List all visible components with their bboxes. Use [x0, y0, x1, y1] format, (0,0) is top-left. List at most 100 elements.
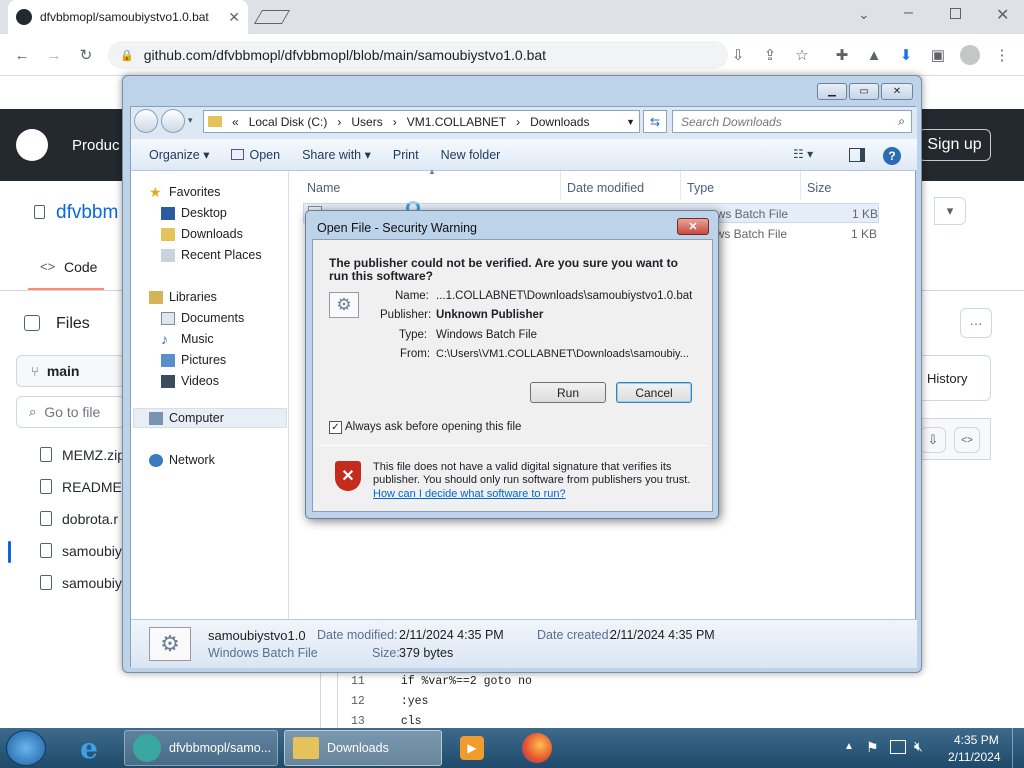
- nav-desktop[interactable]: Desktop: [161, 206, 227, 220]
- nav-documents[interactable]: Documents: [161, 311, 244, 325]
- sign-up-button[interactable]: Sign up: [918, 129, 991, 161]
- profile-avatar-icon[interactable]: [958, 43, 982, 67]
- volume-muted-icon[interactable]: 🔇︎: [914, 738, 923, 755]
- network-tray-icon[interactable]: [890, 740, 906, 754]
- views-icon[interactable]: ☷ ▾: [793, 147, 813, 161]
- dialog-question: The publisher could not be verified. Are…: [329, 256, 678, 283]
- new-tab-icon[interactable]: [253, 10, 291, 24]
- labs-icon[interactable]: ▲: [862, 43, 886, 67]
- nav-downloads[interactable]: Downloads: [161, 227, 243, 241]
- breadcrumb-local-disk[interactable]: Local Disk (C:): [249, 115, 328, 129]
- recent-pages-icon[interactable]: ▾: [188, 115, 193, 126]
- column-size[interactable]: Size: [801, 171, 879, 199]
- clock-date[interactable]: 2/11/2024: [948, 750, 1001, 764]
- github-logo-icon[interactable]: [16, 129, 48, 161]
- address-dropdown-icon[interactable]: ▼: [626, 117, 635, 127]
- always-ask-label[interactable]: Always ask before opening this file: [345, 421, 521, 433]
- repo-name[interactable]: dfvbbm: [56, 202, 118, 224]
- nav-product[interactable]: Produc: [72, 137, 120, 154]
- branch-selector[interactable]: ⑂ main: [16, 355, 126, 387]
- media-player-icon[interactable]: ▶: [460, 736, 484, 760]
- nav-music[interactable]: ♪ Music: [161, 332, 214, 347]
- internet-explorer-icon[interactable]: e: [72, 732, 106, 765]
- taskbar-explorer-item[interactable]: Downloads: [284, 730, 442, 766]
- run-button[interactable]: Run: [530, 382, 606, 403]
- preview-pane-icon[interactable]: [849, 148, 865, 162]
- start-button[interactable]: [6, 730, 46, 766]
- always-ask-checkbox[interactable]: ✓: [329, 421, 342, 434]
- column-date[interactable]: Date modified: [561, 171, 681, 199]
- close-tab-icon[interactable]: ✕: [228, 9, 240, 26]
- file-gear-icon: ⚙: [149, 627, 191, 661]
- downloads-icon[interactable]: ⬇: [894, 43, 918, 67]
- share-with-button[interactable]: Share with ▾: [302, 147, 371, 162]
- reload-icon[interactable]: ↻: [74, 43, 98, 67]
- help-link[interactable]: How can I decide what software to run?: [373, 488, 566, 500]
- clock-time[interactable]: 4:35 PM: [954, 733, 999, 747]
- file-item[interactable]: samoubiy: [40, 543, 122, 559]
- firefox-icon[interactable]: [522, 733, 552, 763]
- browser-tab[interactable]: dfvbbmopl/samoubiystvo1.0.bat ✕: [8, 0, 248, 34]
- explorer-maximize-button[interactable]: ▭: [849, 83, 879, 100]
- show-desktop-button[interactable]: [1012, 728, 1024, 768]
- branch-dropdown-button[interactable]: ▾: [934, 197, 966, 225]
- share-icon[interactable]: ⇪: [758, 43, 782, 67]
- explorer-search-input[interactable]: Search Downloads ⌕: [672, 110, 912, 133]
- dialog-close-button[interactable]: ✕: [677, 218, 709, 235]
- nav-recent-places[interactable]: Recent Places: [161, 248, 262, 262]
- file-item[interactable]: MEMZ.zip: [40, 447, 125, 463]
- go-to-file-input[interactable]: ⌕ Go to file: [16, 396, 126, 428]
- nav-libraries[interactable]: Libraries: [149, 290, 217, 304]
- address-bar[interactable]: 🔒 github.com/dfvbbmopl/dfvbbmopl/blob/ma…: [108, 41, 728, 69]
- file-icon: [40, 543, 52, 558]
- download-raw-icon[interactable]: ⇩: [920, 427, 946, 453]
- action-center-flag-icon[interactable]: ⚑: [866, 739, 879, 756]
- explorer-forward-button[interactable]: [161, 109, 185, 133]
- code-line: 11 if %var%==2 goto no: [351, 675, 532, 688]
- nav-favorites[interactable]: ★ Favorites: [149, 185, 220, 200]
- new-folder-button[interactable]: New folder: [441, 148, 501, 162]
- file-item[interactable]: README.: [40, 479, 126, 495]
- libraries-icon: [149, 290, 163, 304]
- help-icon[interactable]: ?: [883, 147, 901, 165]
- menu-kebab-icon[interactable]: ⋮: [990, 43, 1014, 67]
- explorer-back-button[interactable]: [134, 109, 158, 133]
- restore-icon[interactable]: [950, 8, 961, 19]
- files-panel-icon[interactable]: [24, 315, 40, 331]
- explorer-minimize-button[interactable]: ▁: [817, 83, 847, 100]
- taskbar-chrome-item[interactable]: dfvbbmopl/samo...: [124, 730, 278, 766]
- breadcrumb-downloads[interactable]: Downloads: [530, 115, 589, 129]
- nav-videos[interactable]: Videos: [161, 374, 219, 388]
- open-button[interactable]: Open: [231, 148, 280, 162]
- bookmark-star-icon[interactable]: ☆: [790, 43, 814, 67]
- close-window-icon[interactable]: ✕: [996, 5, 1009, 25]
- show-hidden-icons[interactable]: ▲: [844, 741, 854, 752]
- back-icon[interactable]: ←: [10, 43, 34, 67]
- explorer-close-button[interactable]: ✕: [881, 83, 913, 100]
- column-type[interactable]: Type: [681, 171, 801, 199]
- explorer-address-bar[interactable]: « Local Disk (C:) › Users › VM1.COLLABNE…: [203, 110, 640, 133]
- nav-network[interactable]: Network: [149, 453, 215, 467]
- file-item[interactable]: dobrota.r: [40, 511, 118, 527]
- nav-computer[interactable]: Computer: [149, 411, 224, 425]
- side-panel-icon[interactable]: ▣: [926, 43, 950, 67]
- detail-modified-label: Date modified:: [317, 628, 398, 642]
- breadcrumb-users[interactable]: Users: [351, 115, 382, 129]
- install-icon[interactable]: ⇩: [726, 43, 750, 67]
- print-button[interactable]: Print: [393, 148, 419, 162]
- breadcrumb-overflow[interactable]: «: [232, 115, 239, 129]
- forward-icon[interactable]: →: [42, 43, 66, 67]
- tab-code[interactable]: Code: [64, 259, 97, 275]
- extensions-icon[interactable]: ✚: [830, 43, 854, 67]
- nav-pictures[interactable]: Pictures: [161, 353, 226, 367]
- history-button[interactable]: History: [918, 355, 991, 401]
- minimize-icon[interactable]: –: [904, 4, 913, 22]
- tab-search-icon[interactable]: ⌄: [858, 6, 870, 23]
- organize-button[interactable]: Organize ▾: [149, 147, 209, 162]
- breadcrumb-user[interactable]: VM1.COLLABNET: [407, 115, 506, 129]
- file-item[interactable]: samoubiy: [40, 575, 122, 591]
- refresh-icon[interactable]: ⇆: [643, 110, 667, 133]
- more-options-button[interactable]: ···: [960, 308, 992, 338]
- cancel-button[interactable]: Cancel: [616, 382, 692, 403]
- symbols-icon[interactable]: <>: [954, 427, 980, 453]
